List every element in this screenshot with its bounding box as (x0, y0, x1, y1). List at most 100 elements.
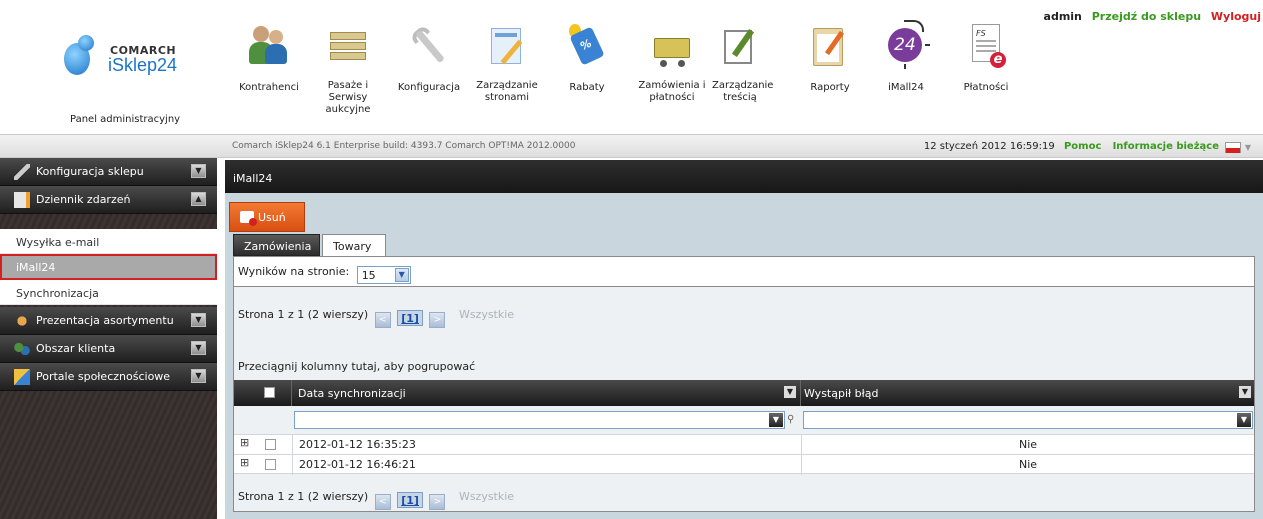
column-header-error[interactable]: Wystąpił błąd (804, 387, 878, 400)
main-content: iMall24 Usuń Zamówienia Towary Wyników n… (225, 160, 1263, 519)
chevron-down-icon[interactable]: ▼ (1237, 413, 1251, 427)
sidebar-section-prezentacja-asortymentu[interactable]: Prezentacja asortymentu ▼ (0, 307, 217, 335)
nav-item-zarzadzanie-trescia[interactable]: Zarządzanie treścią (712, 24, 774, 120)
nav-label: Zarządzanie stronami (476, 80, 538, 103)
chevron-down-icon[interactable]: ▼ (769, 413, 783, 427)
sidebar-section-label: Dziennik zdarzeń (36, 193, 131, 206)
wrench-icon (14, 164, 30, 180)
error-filter-select[interactable]: ▼ (803, 411, 1253, 429)
news-link[interactable]: Informacje bieżące (1113, 141, 1219, 152)
nav-label: Konfiguracja (397, 82, 461, 93)
group-hint: Przeciągnij kolumny tutaj, aby pogrupowa… (238, 360, 476, 373)
expand-row-icon[interactable]: ⊞ (240, 437, 249, 448)
page-1-link[interactable]: [1] (397, 310, 423, 326)
show-all-link[interactable]: Wszystkie (459, 490, 514, 503)
column-header-date[interactable]: Data synchronizacji (298, 387, 406, 400)
chevron-down-icon: ▼ (394, 268, 409, 282)
sync-grid: Wyników na stronie: 15 ▼ Strona 1 z 1 (2… (233, 256, 1255, 512)
imall24-icon: 24 (884, 20, 930, 69)
expand-row-icon[interactable]: ⊞ (240, 457, 249, 468)
archive-icon (326, 24, 370, 68)
sidebar-section-portale-spolecznosciowe[interactable]: Portale społecznościowe ▼ (0, 363, 217, 391)
sidebar-item-synchronizacja[interactable]: Synchronizacja (0, 280, 217, 305)
polish-flag-icon[interactable] (1225, 142, 1241, 153)
clipboard-icon (808, 24, 852, 68)
info-right: 12 styczeń 2012 16:59:19 Pomoc Informacj… (924, 141, 1219, 152)
logout-link[interactable]: Wyloguj (1211, 10, 1261, 23)
build-info: Comarch iSklep24 6.1 Enterprise build: 4… (232, 141, 576, 151)
row-checkbox[interactable] (265, 459, 276, 470)
next-page-button[interactable]: > (429, 312, 446, 328)
sidebar-section-konfiguracja-sklepu[interactable]: Konfiguracja sklepu ▼ (0, 158, 217, 186)
nav-item-pasaze[interactable]: Pasaże i Serwisy aukcyjne (308, 24, 388, 120)
nav-item-platnosci[interactable]: FS e Płatności (958, 24, 1014, 120)
sidebar-section-obszar-klienta[interactable]: Obszar klienta ▼ (0, 335, 217, 363)
select-all-checkbox[interactable] (264, 387, 275, 398)
table-row[interactable]: ⊞ 2012-01-12 16:35:23 Nie (234, 434, 1254, 455)
page-title: iMall24 (225, 160, 1263, 193)
panel-label: Panel administracyjny (70, 114, 181, 125)
nav-label: Raporty (810, 82, 850, 93)
show-all-link[interactable]: Wszystkie (459, 308, 514, 321)
prev-page-button[interactable]: < (374, 312, 391, 328)
tab-zamowienia[interactable]: Zamówienia (233, 234, 320, 256)
header: admin Przejdź do sklepu Wyloguj COMARCH … (0, 0, 1263, 134)
nav-label: Płatności (963, 82, 1009, 93)
filter-icon[interactable]: ⚲ (787, 414, 797, 426)
expand-icon[interactable]: ▼ (191, 313, 206, 327)
cell-date: 2012-01-12 16:46:21 (292, 455, 801, 475)
sidebar-item-wysylka-email[interactable]: Wysyłka e-mail (0, 229, 217, 254)
nav-item-zamowienia[interactable]: Zamówienia i płatności (634, 24, 710, 120)
table-row[interactable]: ⊞ 2012-01-12 16:46:21 Nie (234, 454, 1254, 475)
discount-tag-icon (565, 24, 609, 68)
content-body: Usuń Zamówienia Towary Wyników na stroni… (225, 193, 1263, 519)
sidebar-item-imall24[interactable]: iMall24 (0, 254, 217, 280)
expand-icon[interactable]: ▼ (191, 369, 206, 383)
table-header: Data synchronizacji ▼ Wystąpił błąd ▼ (234, 380, 1254, 406)
row-checkbox[interactable] (265, 439, 276, 450)
wrench-icon (398, 15, 460, 77)
sidebar-section-label: Obszar klienta (36, 342, 116, 355)
page-size-value: 15 (361, 269, 376, 282)
nav-item-kontrahenci[interactable]: Kontrahenci (238, 24, 300, 120)
collapse-icon[interactable]: ▲ (191, 192, 206, 206)
note-edit-icon (718, 24, 762, 68)
sidebar-section-dziennik-zdarzen[interactable]: Dziennik zdarzeń ▲ (0, 186, 217, 214)
expand-icon[interactable]: ▼ (191, 164, 206, 178)
pager-text: Strona 1 z 1 (2 wierszy) (238, 490, 369, 503)
help-link[interactable]: Pomoc (1064, 141, 1101, 152)
cell-error: Nie (801, 435, 1254, 455)
page-1-link[interactable]: [1] (397, 492, 423, 508)
nav-item-imall24[interactable]: 24 iMall24 (878, 20, 934, 120)
language-dropdown-icon[interactable]: ▼ (1245, 143, 1251, 152)
nav-label: Pasaże i Serwisy aukcyjne (325, 80, 371, 115)
filter-menu-icon[interactable]: ▼ (784, 386, 796, 398)
expand-icon[interactable]: ▼ (191, 341, 206, 355)
filter-menu-icon[interactable]: ▼ (1239, 386, 1251, 398)
logo-product: iSklep24 (108, 55, 178, 75)
nav-item-konfiguracja[interactable]: Konfiguracja (396, 24, 462, 120)
go-to-shop-link[interactable]: Przejdź do sklepu (1092, 10, 1201, 23)
comarch-logo: COMARCH iSklep24 (64, 33, 194, 83)
page-size-label: Wyników na stronie: (238, 265, 350, 278)
sidebar-section-label: Portale społecznościowe (36, 370, 171, 383)
nav-item-rabaty[interactable]: Rabaty (562, 24, 612, 120)
username: admin (1043, 10, 1082, 23)
products-icon (14, 313, 30, 329)
delete-button[interactable]: Usuń (229, 202, 305, 232)
page-size-select[interactable]: 15 ▼ (356, 266, 411, 284)
nav-item-zarzadzanie-stronami[interactable]: Zarządzanie stronami (474, 24, 540, 120)
date-filter-input[interactable]: ▼ (294, 411, 785, 429)
next-page-button[interactable]: > (429, 494, 446, 510)
nav-label: Zarządzanie treścią (712, 80, 774, 103)
people-icon (247, 24, 291, 68)
nav-item-raporty[interactable]: Raporty (800, 24, 860, 120)
sidebar: Konfiguracja sklepu ▼ Dziennik zdarzeń ▲… (0, 158, 217, 519)
user-bar: admin Przejdź do sklepu Wyloguj (1044, 10, 1261, 23)
nav-label: Zamówienia i płatności (638, 80, 706, 103)
page-size-bar: Wyników na stronie: 15 ▼ (234, 257, 1254, 287)
tab-towary[interactable]: Towary (322, 234, 386, 257)
prev-page-button[interactable]: < (374, 494, 391, 510)
pager-text: Strona 1 z 1 (2 wierszy) (238, 308, 369, 321)
filter-row: ▼ ⚲ ▼ (234, 406, 1254, 434)
